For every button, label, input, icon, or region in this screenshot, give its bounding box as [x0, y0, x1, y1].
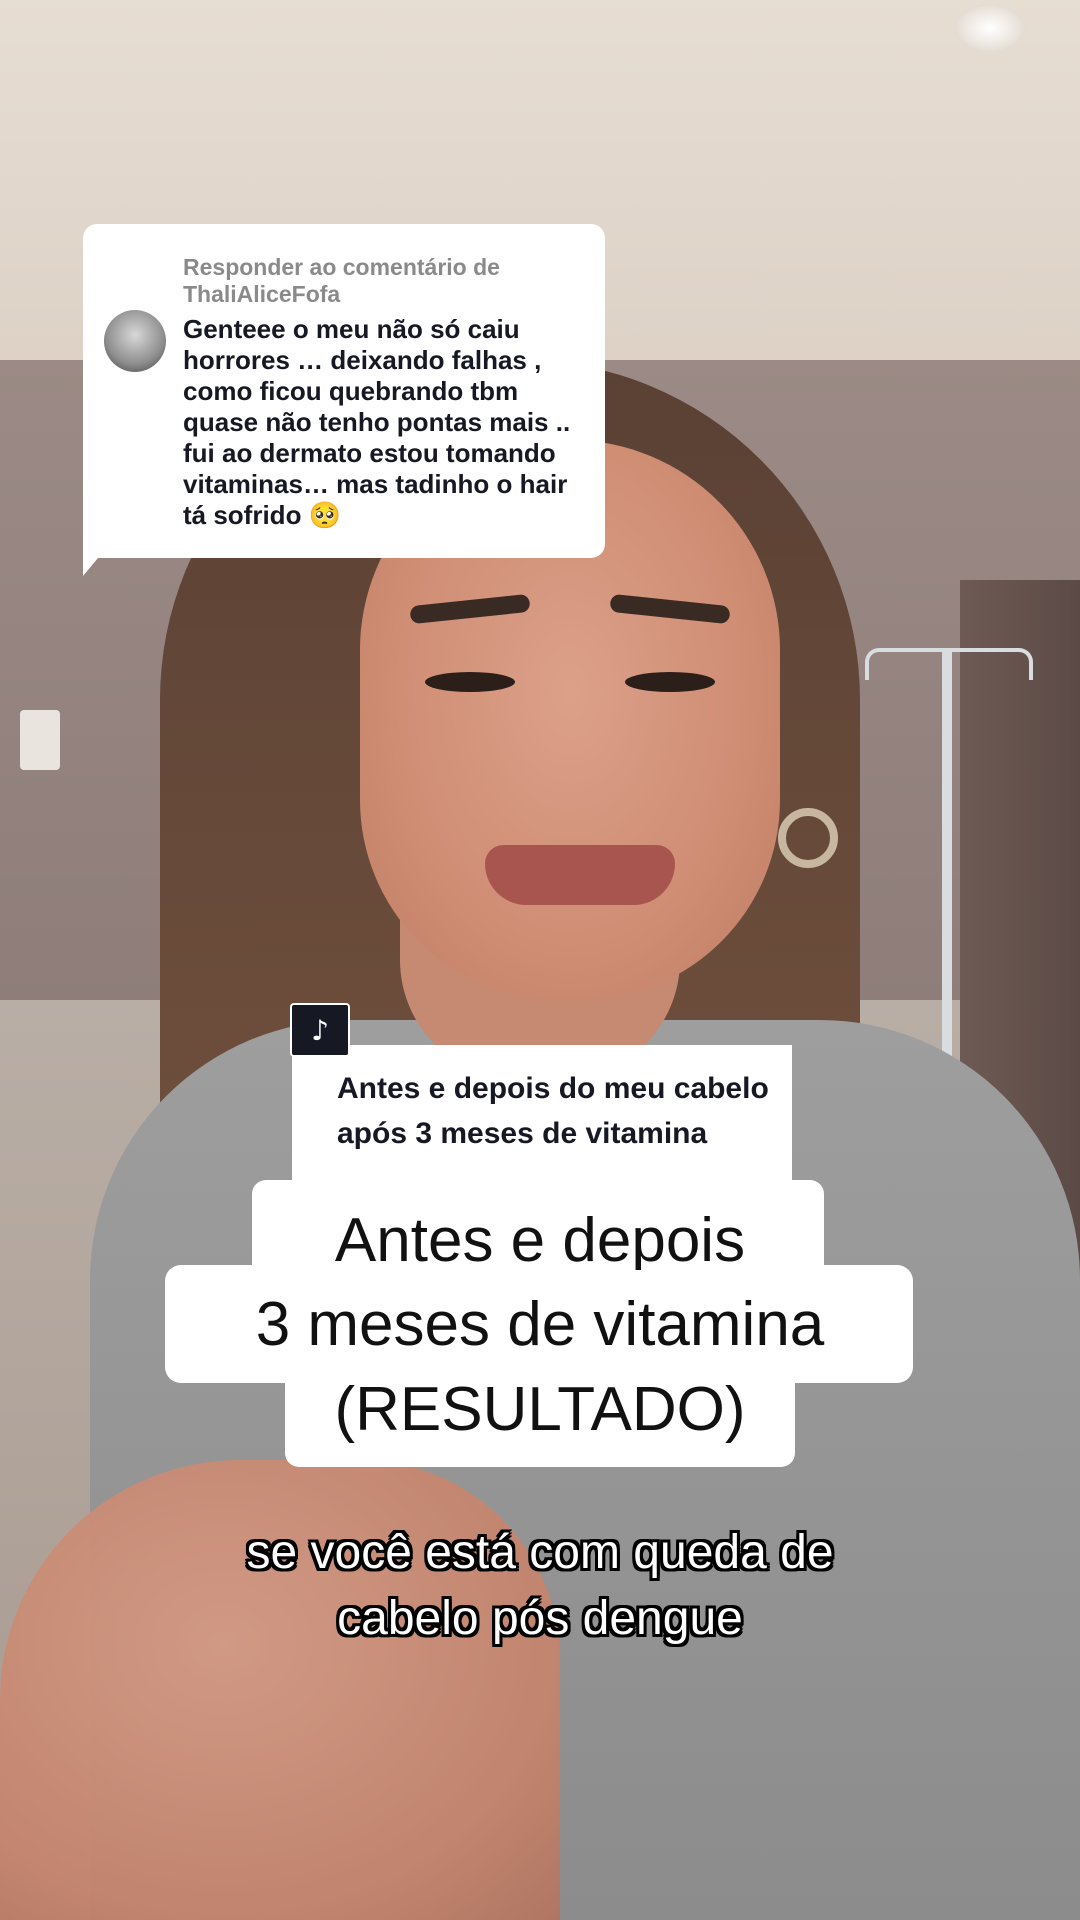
reply-comment-text: Genteee o meu não só caiu horrores … dei…	[183, 314, 571, 530]
title-line-1: Antes e depois	[334, 1206, 746, 1270]
wall-switch	[20, 710, 60, 770]
title-line-2: 3 meses de vitamina	[255, 1290, 825, 1359]
subtitle-line-1: se você está com queda de	[246, 1526, 834, 1579]
person-earring	[778, 808, 838, 868]
title-line-3: (RESULTADO)	[334, 1375, 746, 1444]
iv-pole	[942, 650, 952, 1070]
commenter-avatar[interactable]	[104, 310, 166, 372]
person-eye-left	[425, 672, 515, 692]
reply-header: Responder ao comentário de ThaliAliceFof…	[183, 254, 500, 307]
video-frame[interactable]: Responder ao comentário de ThaliAliceFof…	[0, 0, 1080, 1920]
tiktok-logo-icon: ♪	[290, 1003, 350, 1057]
person-eye-right	[625, 672, 715, 692]
reply-bubble-tail	[83, 540, 113, 576]
caption-text: Antes e depois do meu cabelo após 3 mese…	[337, 1072, 769, 1150]
person-mouth	[485, 845, 675, 905]
subtitle-line-2: cabelo pós dengue	[337, 1592, 743, 1645]
ceiling-light	[955, 4, 1025, 52]
subtitle: se você está com queda de cabelo pós den…	[0, 1520, 1080, 1652]
